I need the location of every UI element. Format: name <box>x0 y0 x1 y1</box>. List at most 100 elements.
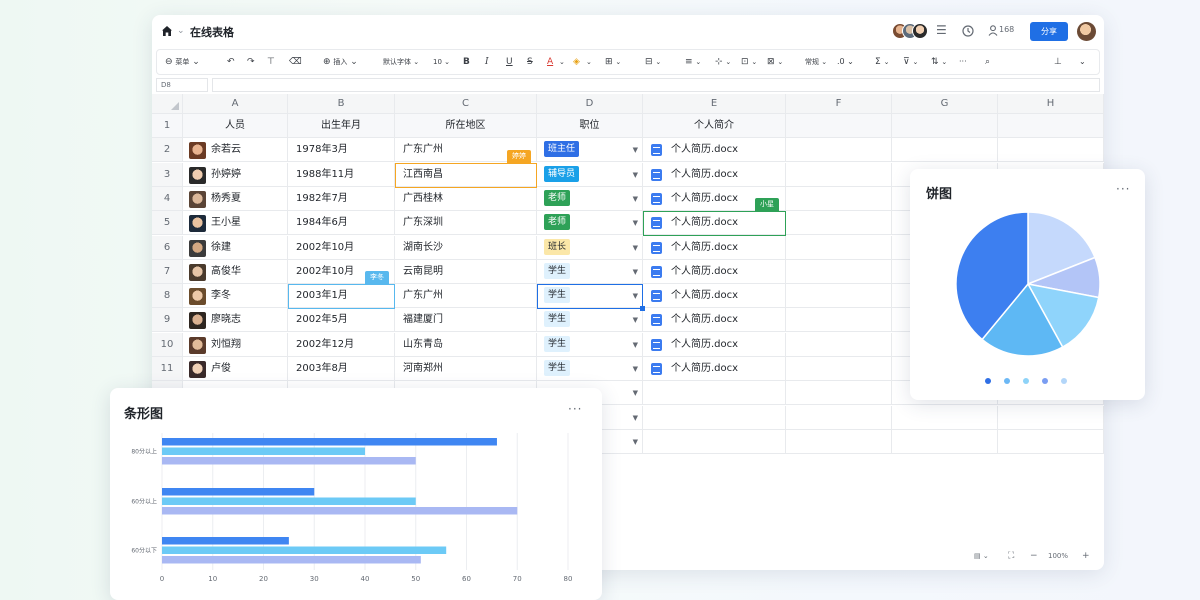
row-number[interactable]: 9 <box>152 308 183 333</box>
person-cell[interactable]: 王小星 <box>183 211 288 236</box>
role-cell[interactable]: 学生 ▼ <box>537 332 643 357</box>
column-header-g[interactable]: G <box>892 94 998 114</box>
role-cell[interactable]: 班长 ▼ <box>537 235 643 260</box>
insert-button[interactable]: ⊕ 插入 ⌄ <box>323 55 358 69</box>
file-cell[interactable]: 个人简历.docx <box>643 162 786 187</box>
row-number[interactable]: 2 <box>152 138 183 163</box>
file-cell[interactable]: 个人简历.docx <box>643 308 786 333</box>
file-name[interactable]: 个人简历.docx <box>671 236 738 259</box>
row-number[interactable]: 10 <box>152 332 183 357</box>
file-name[interactable]: 个人简历.docx <box>671 357 738 380</box>
bar[interactable] <box>162 447 365 456</box>
underline-icon[interactable]: U <box>506 55 513 69</box>
empty-cell[interactable] <box>786 235 892 260</box>
bold-icon[interactable]: B <box>463 55 470 69</box>
column-header-d[interactable]: D <box>537 94 643 114</box>
header-cell[interactable] <box>786 114 892 138</box>
pie-chart-card[interactable]: 饼图 ··· <box>910 169 1145 400</box>
dropdown-arrow-icon[interactable]: ▼ <box>633 308 638 331</box>
user-icon[interactable] <box>988 25 998 36</box>
person-cell[interactable]: 孙婷婷 <box>183 162 288 187</box>
empty-cell[interactable] <box>786 357 892 381</box>
empty-cell[interactable] <box>892 429 998 454</box>
file-cell[interactable]: 个人简历.docx <box>643 138 786 163</box>
file-cell[interactable]: 个人简历.docx <box>643 332 786 357</box>
avatar[interactable] <box>1077 22 1096 41</box>
history-icon[interactable] <box>962 25 974 37</box>
row-number[interactable]: 5 <box>152 211 183 236</box>
pagination-dot[interactable] <box>985 378 991 384</box>
italic-icon[interactable]: I <box>485 55 489 69</box>
person-cell[interactable]: 高俊华 <box>183 259 288 284</box>
row-number[interactable]: 11 <box>152 357 183 381</box>
align-vertical-icon[interactable]: ⊹ ⌄ <box>715 55 731 69</box>
row-number[interactable]: 1 <box>152 114 183 138</box>
header-cell[interactable]: 出生年月 <box>288 114 395 138</box>
bar[interactable] <box>162 457 416 465</box>
dropdown-arrow-icon[interactable]: ▼ <box>633 357 638 380</box>
role-cell[interactable]: 学生 ▼ <box>537 259 643 284</box>
format-painter-icon[interactable]: ⊤ <box>267 55 275 69</box>
zoom-in-icon[interactable]: + <box>1082 551 1090 561</box>
birth-cell[interactable]: 1982年7月 <box>288 186 395 211</box>
bar[interactable] <box>162 488 315 496</box>
font-size-select[interactable]: 10 ⌄ <box>433 55 450 69</box>
empty-cell[interactable] <box>786 332 892 357</box>
person-cell[interactable]: 刘恒翔 <box>183 332 288 357</box>
empty-cell[interactable] <box>998 405 1104 430</box>
header-cell[interactable] <box>892 114 998 138</box>
empty-cell[interactable] <box>786 162 892 187</box>
more-icon[interactable]: ··· <box>959 55 967 69</box>
column-header-f[interactable]: F <box>786 94 892 114</box>
file-name[interactable]: 个人简历.docx <box>671 163 738 186</box>
empty-cell[interactable] <box>643 429 786 454</box>
empty-cell[interactable] <box>786 308 892 333</box>
header-cell[interactable] <box>998 114 1104 138</box>
file-cell[interactable]: 个人简历.docx <box>643 259 786 284</box>
birth-cell[interactable]: 1988年11月 <box>288 162 395 187</box>
chevron-down-icon[interactable]: ⌄ <box>177 26 185 36</box>
empty-cell[interactable] <box>786 405 892 430</box>
collaborator-count[interactable]: 168 <box>999 25 1014 34</box>
share-button[interactable]: 分享 <box>1030 22 1068 41</box>
empty-cell[interactable] <box>998 138 1104 163</box>
person-cell[interactable]: 廖晓志 <box>183 308 288 333</box>
birth-cell[interactable]: 2002年12月 <box>288 332 395 357</box>
column-header-b[interactable]: B <box>288 94 395 114</box>
pagination-dot[interactable] <box>1023 378 1029 384</box>
sort-icon[interactable]: ⇅ ⌄ <box>931 55 947 69</box>
redo-icon[interactable]: ↷ <box>247 55 255 69</box>
filter-icon[interactable]: ⊽ ⌄ <box>903 55 918 69</box>
empty-cell[interactable] <box>643 381 786 406</box>
birth-cell[interactable]: 2003年8月 <box>288 357 395 381</box>
menu-button[interactable]: ⊖ 菜单 ⌄ <box>165 55 200 69</box>
file-cell[interactable]: 个人简历.docx <box>643 357 786 381</box>
bar[interactable] <box>162 546 447 555</box>
collapse-toolbar-icon[interactable]: ⌄ <box>1079 55 1086 69</box>
sum-icon[interactable]: Σ ⌄ <box>875 55 889 69</box>
column-header-h[interactable]: H <box>998 94 1104 114</box>
dropdown-arrow-icon[interactable]: ▼ <box>633 138 638 161</box>
region-cell[interactable]: 湖南长沙 <box>395 235 537 260</box>
role-cell[interactable]: 辅导员 ▼ <box>537 162 643 187</box>
empty-cell[interactable] <box>998 429 1104 454</box>
region-cell[interactable]: 广东广州 <box>395 284 537 309</box>
fill-handle[interactable] <box>640 306 645 312</box>
align-horizontal-icon[interactable]: ≡ ⌄ <box>685 55 701 69</box>
cell-reference[interactable]: D8 <box>156 78 208 92</box>
pagination-dot[interactable] <box>1042 378 1048 384</box>
birth-cell[interactable]: 1984年6月 <box>288 211 395 236</box>
chevron-down-icon[interactable]: ⌄ <box>586 55 592 69</box>
header-cell[interactable]: 个人简介 <box>643 114 786 138</box>
person-cell[interactable]: 卢俊 <box>183 357 288 381</box>
search-icon[interactable]: ⌕ <box>985 55 990 69</box>
person-cell[interactable]: 余若云 <box>183 138 288 163</box>
column-header-a[interactable]: A <box>183 94 288 114</box>
person-cell[interactable]: 杨秀夏 <box>183 186 288 211</box>
document-title[interactable]: 在线表格 <box>190 24 234 40</box>
column-header-c[interactable]: C <box>395 94 537 114</box>
bar-chart-card[interactable]: 条形图 ··· 0 10 20 30 40 50 60 70 80 80分以上 60分以上 60分以下 <box>110 388 602 600</box>
sheet-view-icon[interactable]: ▤ ⌄ <box>974 552 989 560</box>
conditional-format-icon[interactable]: ⊟ ⌄ <box>645 55 661 69</box>
pagination-dot[interactable] <box>1061 378 1067 384</box>
